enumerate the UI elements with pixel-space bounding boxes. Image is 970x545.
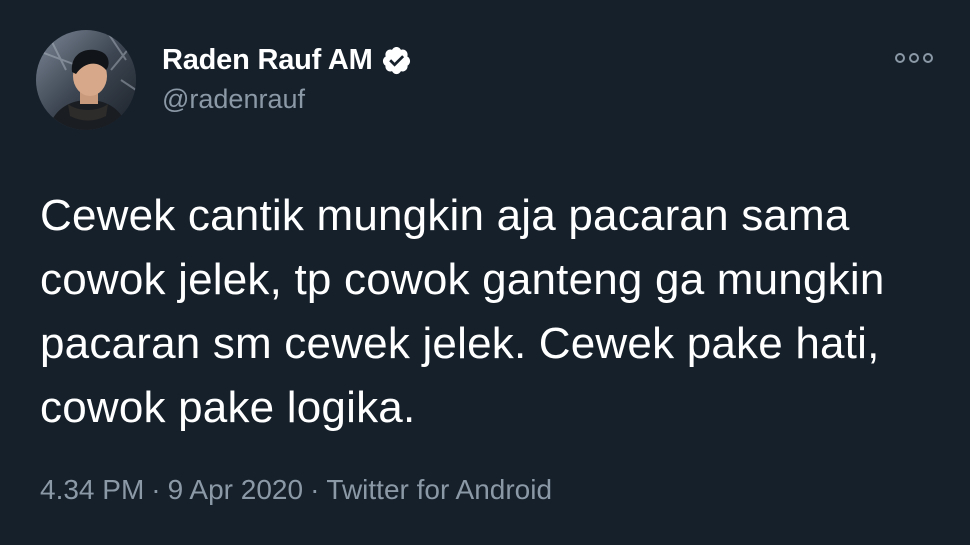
display-name[interactable]: Raden Rauf AM bbox=[162, 44, 373, 77]
more-options-icon[interactable] bbox=[894, 48, 934, 68]
meta-separator: · bbox=[151, 474, 161, 505]
tweet-source-link[interactable]: Twitter for Android bbox=[326, 474, 552, 505]
tweet-card: Raden Rauf AM @radenrauf Cewek cantik mu… bbox=[0, 0, 970, 545]
tweet-metadata: 4.34 PM · 9 Apr 2020 · Twitter for Android bbox=[40, 474, 552, 506]
tweet-date[interactable]: 9 Apr 2020 bbox=[168, 474, 303, 505]
profile-photo bbox=[36, 30, 136, 130]
tweet-text: Cewek cantik mungkin aja pacaran sama co… bbox=[40, 191, 885, 432]
tweet-time[interactable]: 4.34 PM bbox=[40, 474, 144, 505]
user-handle[interactable]: @radenrauf bbox=[162, 84, 305, 115]
author-name-row: Raden Rauf AM bbox=[162, 42, 412, 78]
verified-badge-icon bbox=[381, 45, 412, 76]
meta-separator: · bbox=[310, 474, 320, 505]
avatar[interactable] bbox=[36, 30, 136, 130]
